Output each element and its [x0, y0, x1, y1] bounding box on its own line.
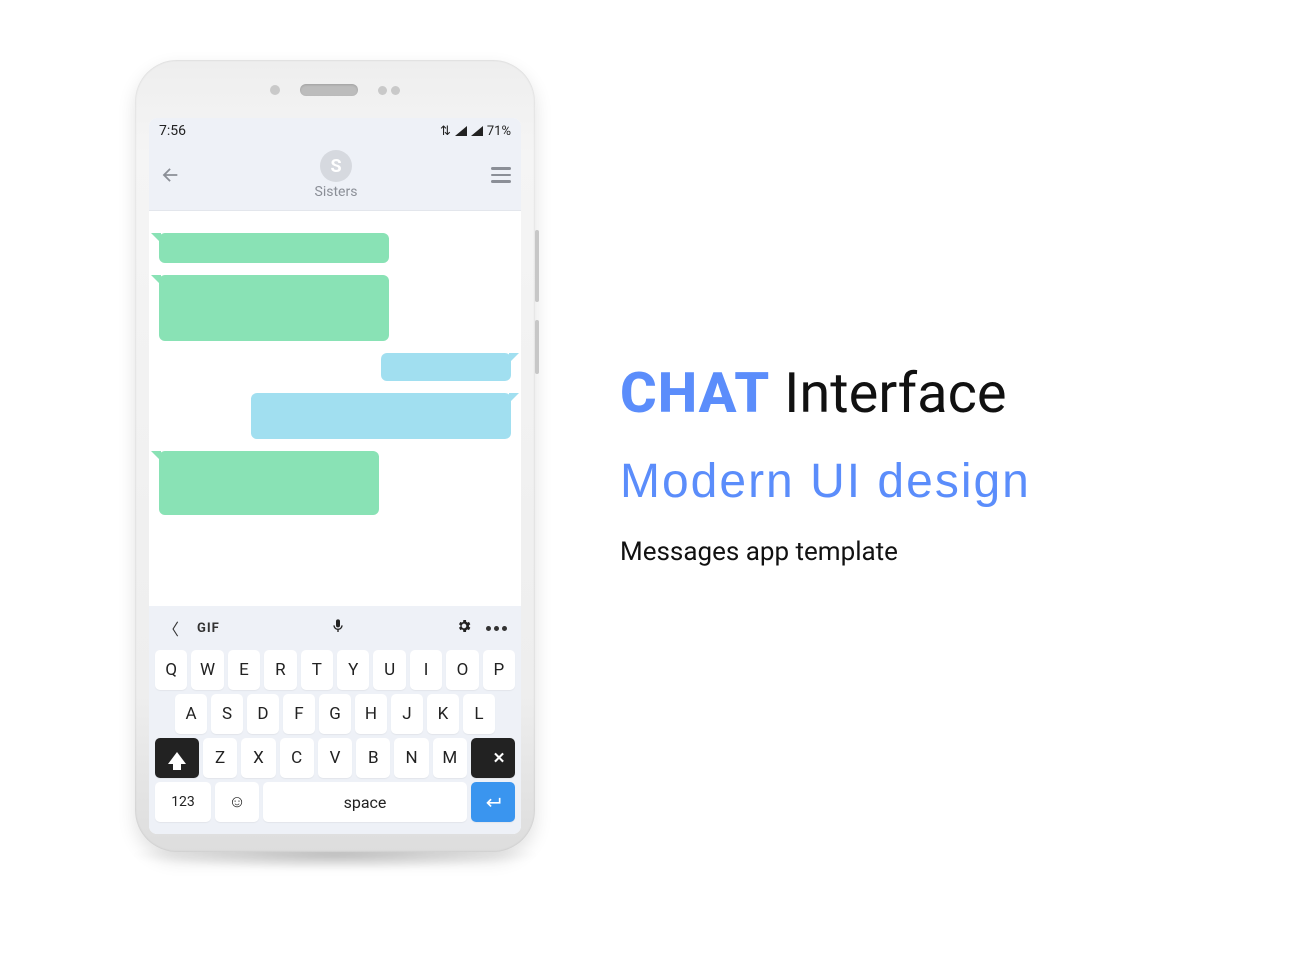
key-c[interactable]: C	[280, 738, 314, 778]
side-button-2	[535, 320, 539, 374]
key-d[interactable]: D	[247, 694, 279, 734]
key-j[interactable]: J	[391, 694, 423, 734]
key-t[interactable]: T	[301, 650, 333, 690]
keyboard-row-1: QWERTYUIOP	[155, 650, 515, 690]
menu-line-icon	[491, 180, 511, 183]
key-w[interactable]: W	[191, 650, 223, 690]
avatar: S	[320, 150, 352, 182]
key-l[interactable]: L	[463, 694, 495, 734]
camera-dot	[391, 86, 400, 95]
title-line-1: CHAT Interface	[620, 360, 1031, 426]
keyboard-row-2: ASDFGHJKL	[155, 694, 515, 734]
enter-key[interactable]	[471, 782, 515, 822]
key-y[interactable]: Y	[337, 650, 369, 690]
key-k[interactable]: K	[427, 694, 459, 734]
promo-text: CHAT Interface Modern UI design Messages…	[620, 360, 1031, 567]
chat-name: Sisters	[315, 184, 358, 200]
signal-icon	[455, 126, 467, 136]
key-x[interactable]: X	[241, 738, 275, 778]
key-o[interactable]: O	[446, 650, 478, 690]
data-arrows-icon: ⇅	[440, 124, 451, 139]
battery-text: 71%	[487, 124, 511, 139]
numbers-key[interactable]: 123	[155, 782, 211, 822]
chevron-left-icon[interactable]: 〈	[163, 616, 179, 640]
title-chat-word: CHAT	[620, 360, 770, 426]
message-sent[interactable]	[251, 393, 511, 439]
backspace-key[interactable]: ✕	[471, 738, 515, 778]
enter-icon	[483, 792, 503, 812]
key-s[interactable]: S	[211, 694, 243, 734]
key-n[interactable]: N	[394, 738, 428, 778]
status-right: ⇅ 71%	[440, 124, 511, 139]
chat-header: S Sisters	[149, 144, 521, 211]
status-bar: 7:56 ⇅ 71%	[149, 118, 521, 144]
menu-line-icon	[491, 174, 511, 177]
arrow-left-icon	[159, 164, 181, 186]
key-m[interactable]: M	[433, 738, 467, 778]
menu-line-icon	[491, 167, 511, 170]
earpiece	[300, 84, 358, 96]
camera-dot	[378, 86, 387, 95]
key-i[interactable]: I	[410, 650, 442, 690]
signal-icon-2	[471, 126, 483, 136]
title-interface-word: Interface	[784, 360, 1007, 426]
message-received[interactable]	[159, 275, 389, 341]
key-u[interactable]: U	[373, 650, 405, 690]
key-e[interactable]: E	[228, 650, 260, 690]
message-sent[interactable]	[381, 353, 511, 381]
keyboard: 〈 GIF QWERTYUIOP ASDFGHJKL ZXCV	[149, 606, 521, 834]
key-h[interactable]: H	[355, 694, 387, 734]
camera-pair	[378, 86, 400, 95]
subtitle: Modern UI design	[620, 454, 1031, 509]
more-icon[interactable]	[486, 626, 507, 631]
keyboard-row-3: ZXCVBNM ✕	[155, 738, 515, 778]
settings-icon[interactable]	[456, 618, 472, 638]
caption: Messages app template	[620, 537, 1031, 567]
sensor-dot	[270, 85, 280, 95]
phone-body: 7:56 ⇅ 71% S Sisters	[135, 60, 535, 852]
backspace-icon: ✕	[472, 747, 514, 769]
microphone-icon[interactable]	[330, 618, 346, 638]
key-p[interactable]: P	[483, 650, 515, 690]
keyboard-row-4: 123 ☺ space	[155, 782, 515, 822]
screen: 7:56 ⇅ 71% S Sisters	[149, 118, 521, 834]
status-time: 7:56	[159, 123, 186, 139]
shift-key[interactable]	[155, 738, 199, 778]
key-r[interactable]: R	[264, 650, 296, 690]
key-q[interactable]: Q	[155, 650, 187, 690]
back-button[interactable]	[159, 164, 181, 186]
chat-area[interactable]	[149, 211, 521, 606]
earpiece-row	[135, 84, 535, 96]
phone-mockup: 7:56 ⇅ 71% S Sisters	[135, 60, 535, 860]
key-g[interactable]: G	[319, 694, 351, 734]
keyboard-toolbar: 〈 GIF	[153, 610, 517, 646]
avatar-letter: S	[330, 156, 341, 177]
key-z[interactable]: Z	[203, 738, 237, 778]
message-received[interactable]	[159, 233, 389, 263]
key-a[interactable]: A	[175, 694, 207, 734]
key-b[interactable]: B	[356, 738, 390, 778]
message-received[interactable]	[159, 451, 379, 515]
side-button	[535, 230, 539, 302]
header-center[interactable]: S Sisters	[315, 150, 358, 200]
key-v[interactable]: V	[318, 738, 352, 778]
shift-icon	[168, 752, 186, 764]
emoji-key[interactable]: ☺	[215, 782, 259, 822]
key-f[interactable]: F	[283, 694, 315, 734]
gif-button[interactable]: GIF	[197, 621, 220, 636]
space-key[interactable]: space	[263, 782, 467, 822]
menu-button[interactable]	[491, 167, 511, 183]
